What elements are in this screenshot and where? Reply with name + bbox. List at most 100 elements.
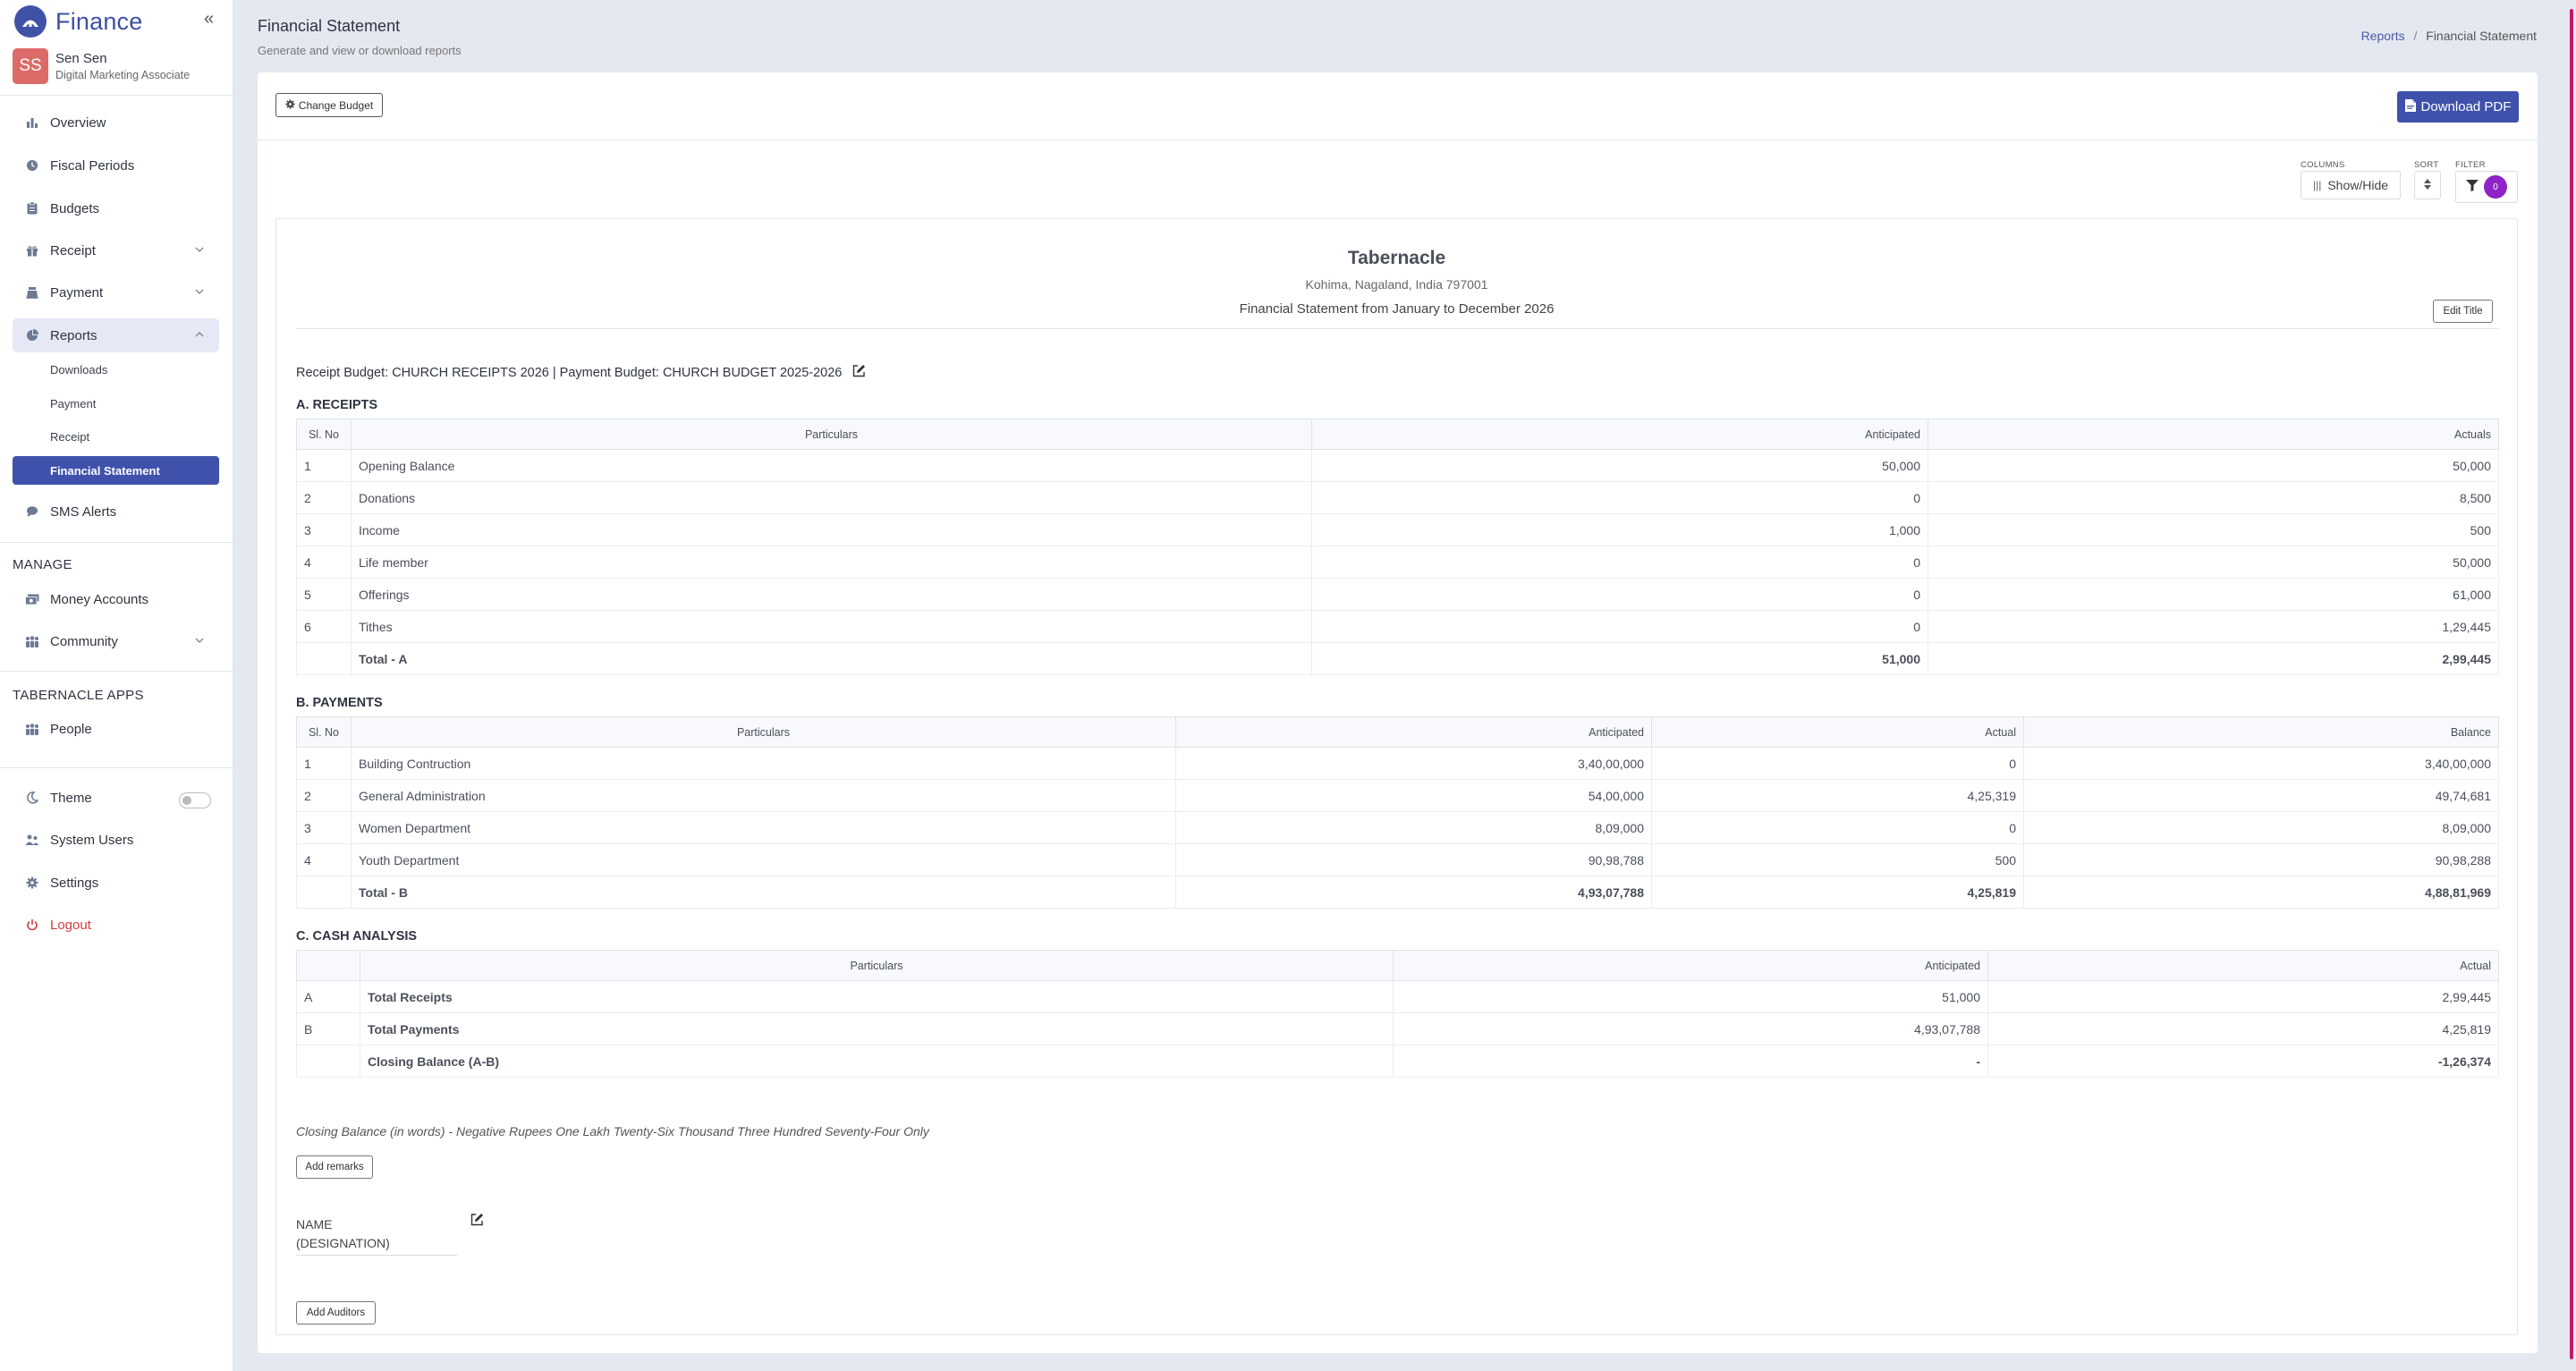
add-remarks-button[interactable]: Add remarks bbox=[296, 1155, 373, 1179]
edit-signatory-icon[interactable] bbox=[470, 1213, 484, 1231]
sidebar-item-label: Fiscal Periods bbox=[50, 157, 135, 173]
sidebar-item-receipt[interactable]: Receipt bbox=[13, 233, 219, 267]
sidebar-subitem-payment[interactable]: Payment bbox=[13, 389, 219, 418]
table-cell: 4,25,819 bbox=[1987, 1012, 2499, 1045]
sidebar-subitem-receipt[interactable]: Receipt bbox=[13, 422, 219, 451]
chevron-down-icon bbox=[194, 243, 205, 258]
filter-button[interactable]: 0 bbox=[2455, 171, 2518, 203]
table-total-row: Closing Balance (A-B) - -1,26,374 bbox=[296, 1045, 2499, 1078]
table-row: 4 Youth Department 90,98,788 500 90,98,288 bbox=[296, 843, 2499, 876]
chevron-up-icon bbox=[194, 328, 205, 343]
table-row: B Total Payments 4,93,07,788 4,25,819 bbox=[296, 1012, 2499, 1045]
payments-section-title: B. PAYMENTS bbox=[296, 696, 383, 710]
columns-label: COLUMNS bbox=[2301, 160, 2345, 170]
column-header: Sl. No bbox=[296, 419, 352, 450]
table-cell: Donations bbox=[351, 481, 1312, 514]
avatar: SS bbox=[13, 48, 48, 84]
budget-line-text: Receipt Budget: CHURCH RECEIPTS 2026 | P… bbox=[296, 365, 843, 380]
table-cell: 2 bbox=[296, 779, 352, 812]
main-content: Financial Statement Generate and view or… bbox=[234, 0, 2576, 1371]
table-cell: 8,500 bbox=[1928, 481, 2499, 514]
columns-show-hide-button[interactable]: ||| Show/Hide bbox=[2301, 171, 2401, 199]
user-profile[interactable]: SS Sen Sen Digital Marketing Associate bbox=[13, 48, 190, 84]
table-row: A Total Receipts 51,000 2,99,445 bbox=[296, 980, 2499, 1013]
org-name: Tabernacle bbox=[1347, 248, 1446, 268]
brand[interactable]: Finance bbox=[14, 5, 142, 38]
closing-balance-words: Closing Balance (in words) - Negative Ru… bbox=[296, 1124, 929, 1138]
table-cell: 4,93,07,788 bbox=[1175, 876, 1652, 909]
sidebar-item-fiscal-periods[interactable]: Fiscal Periods bbox=[13, 148, 219, 182]
scrollbar[interactable] bbox=[2570, 9, 2573, 1359]
breadcrumb-current: Financial Statement bbox=[2426, 29, 2537, 43]
signatory-designation: (DESIGNATION) bbox=[296, 1236, 390, 1250]
sidebar-item-logout[interactable]: Logout bbox=[13, 908, 219, 942]
edit-title-button[interactable]: Edit Title bbox=[2433, 300, 2493, 323]
table-header-row: Sl. No Particulars Anticipated Actuals bbox=[296, 419, 2499, 450]
table-cell: Total - A bbox=[351, 642, 1312, 675]
sidebar-item-overview[interactable]: Overview bbox=[13, 106, 219, 140]
user-name: Sen Sen bbox=[55, 51, 107, 66]
table-cell: 8,09,000 bbox=[1175, 811, 1652, 844]
user-role: Digital Marketing Associate bbox=[55, 69, 191, 81]
cash-register-icon bbox=[25, 286, 39, 299]
table-cell: Life member bbox=[351, 546, 1312, 579]
sidebar-item-settings[interactable]: Settings bbox=[13, 866, 219, 900]
table-row: 3 Income 1,000 500 bbox=[296, 513, 2499, 546]
sidebar-subitem-financial-statement[interactable]: Financial Statement bbox=[13, 456, 219, 485]
sidebar-item-community[interactable]: Community bbox=[13, 624, 219, 658]
table-cell: 51,000 bbox=[1311, 642, 1928, 675]
breadcrumb-reports-link[interactable]: Reports bbox=[2361, 29, 2405, 43]
column-header: Sl. No bbox=[296, 716, 352, 748]
sidebar-subitem-downloads[interactable]: Downloads bbox=[13, 355, 219, 384]
table-cell: 8,09,000 bbox=[2023, 811, 2499, 844]
table-cell: Income bbox=[351, 513, 1312, 546]
table-cell: 0 bbox=[1651, 747, 2024, 780]
money-icon bbox=[25, 594, 39, 605]
table-cell: 50,000 bbox=[1928, 546, 2499, 579]
column-header: Particulars bbox=[351, 716, 1176, 748]
sidebar-item-budgets[interactable]: Budgets bbox=[13, 191, 219, 225]
table-cell: 0 bbox=[1311, 546, 1928, 579]
signatory-block: NAME (DESIGNATION) bbox=[296, 1215, 390, 1253]
table-cell: 51,000 bbox=[1393, 980, 1988, 1013]
table-total-row: Total - A 51,000 2,99,445 bbox=[296, 642, 2499, 675]
collapse-sidebar-icon[interactable]: « bbox=[204, 9, 214, 30]
sidebar-item-payment[interactable]: Payment bbox=[13, 275, 219, 309]
table-cell: 3 bbox=[296, 811, 352, 844]
sidebar-item-reports[interactable]: Reports bbox=[13, 318, 219, 352]
table-cell: 5 bbox=[296, 578, 352, 611]
payments-table: Sl. No Particulars Anticipated Actual Ba… bbox=[296, 716, 2499, 909]
sidebar-item-sms-alerts[interactable]: SMS Alerts bbox=[13, 495, 219, 529]
receipts-table: Sl. No Particulars Anticipated Actuals 1… bbox=[296, 419, 2499, 675]
sidebar-item-label: Money Accounts bbox=[50, 591, 149, 607]
table-cell: Youth Department bbox=[351, 843, 1176, 876]
moon-icon bbox=[25, 791, 39, 804]
org-address: Kohima, Nagaland, India 797001 bbox=[1305, 277, 1488, 292]
table-cell: B bbox=[296, 1012, 360, 1045]
sidebar-item-label: Logout bbox=[50, 917, 91, 933]
table-cell: 50,000 bbox=[1928, 449, 2499, 482]
sidebar-item-money-accounts[interactable]: Money Accounts bbox=[13, 582, 219, 616]
table-row: 2 General Administration 54,00,000 4,25,319… bbox=[296, 779, 2499, 812]
users-icon bbox=[25, 723, 39, 735]
theme-toggle[interactable] bbox=[179, 792, 211, 808]
sidebar-item-people[interactable]: People bbox=[13, 712, 219, 746]
sort-button[interactable] bbox=[2414, 171, 2441, 199]
table-cell: Closing Balance (A-B) bbox=[360, 1045, 1394, 1078]
table-cell: 500 bbox=[1928, 513, 2499, 546]
add-auditors-button[interactable]: Add Auditors bbox=[296, 1301, 376, 1324]
sidebar-item-system-users[interactable]: System Users bbox=[13, 823, 219, 857]
edit-icon[interactable] bbox=[852, 364, 866, 381]
download-pdf-button[interactable]: Download PDF bbox=[2397, 91, 2519, 123]
table-cell: 2,99,445 bbox=[1987, 980, 2499, 1013]
sort-label: SORT bbox=[2414, 160, 2439, 170]
filter-label: FILTER bbox=[2455, 160, 2486, 170]
column-header: Anticipated bbox=[1175, 716, 1652, 748]
chevron-down-icon bbox=[194, 285, 205, 300]
change-budget-button[interactable]: Change Budget bbox=[275, 93, 383, 117]
sidebar-item-label: Overview bbox=[50, 114, 106, 131]
column-header: Particulars bbox=[351, 419, 1312, 450]
column-header: Balance bbox=[2023, 716, 2499, 748]
signatory-name: NAME bbox=[296, 1217, 333, 1231]
table-total-row: Total - B 4,93,07,788 4,25,819 4,88,81,969 bbox=[296, 876, 2499, 909]
